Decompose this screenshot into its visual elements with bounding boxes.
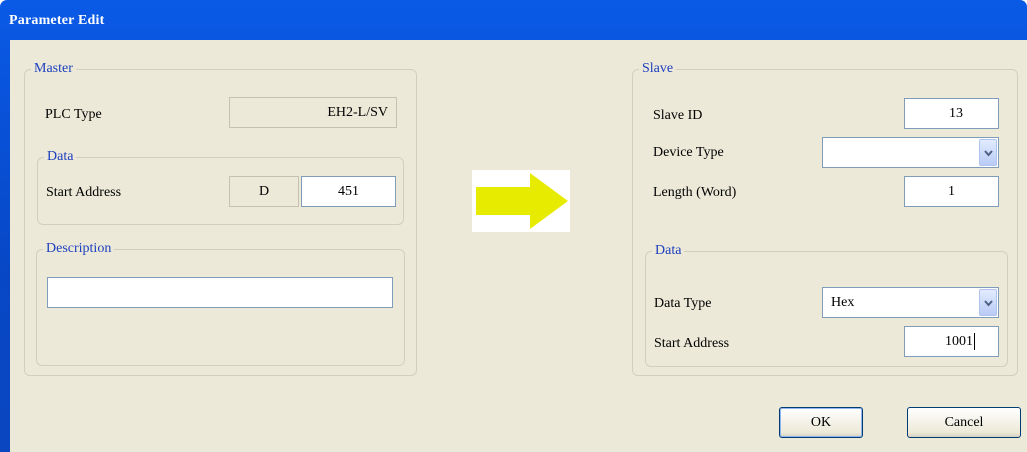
- device-prefix-field: D: [229, 176, 299, 207]
- text-caret: [974, 333, 975, 351]
- slave-id-label: Slave ID: [653, 108, 703, 123]
- plc-type-field: EH2-L/SV: [229, 97, 397, 128]
- plc-type-label: PLC Type: [45, 107, 102, 122]
- chevron-down-icon: [984, 150, 993, 157]
- data-type-select[interactable]: Hex: [822, 287, 999, 318]
- data-type-value: Hex: [831, 295, 855, 310]
- device-type-select[interactable]: [822, 137, 999, 168]
- description-group: Description: [36, 240, 405, 366]
- length-label: Length (Word): [653, 185, 737, 200]
- device-type-dropdown-button[interactable]: [979, 139, 997, 166]
- device-type-label: Device Type: [653, 145, 724, 160]
- slave-data-legend: Data: [652, 242, 685, 260]
- master-data-group: Data Start Address D 451: [37, 148, 404, 225]
- master-legend: Master: [31, 60, 76, 78]
- master-data-legend: Data: [44, 148, 77, 166]
- chevron-down-icon: [984, 300, 993, 307]
- window-title: Parameter Edit: [9, 13, 105, 28]
- ok-button[interactable]: OK: [779, 407, 863, 438]
- slave-group: Slave Slave ID 13 Device Type Length (Wo…: [632, 60, 1018, 376]
- dialog-body: Master PLC Type EH2-L/SV Data Start Addr…: [10, 40, 1027, 452]
- title-bar[interactable]: Parameter Edit: [0, 0, 1027, 40]
- slave-legend: Slave: [639, 60, 677, 78]
- description-input[interactable]: [47, 277, 393, 308]
- slave-start-address-input[interactable]: 1001: [904, 326, 999, 357]
- length-input[interactable]: 1: [904, 176, 999, 207]
- data-type-label: Data Type: [654, 296, 712, 311]
- slave-id-input[interactable]: 13: [904, 98, 999, 129]
- master-start-address-label: Start Address: [46, 185, 122, 200]
- slave-data-group: Data Data Type Hex Start Address 1001: [645, 242, 1008, 367]
- description-legend: Description: [43, 240, 115, 258]
- right-arrow-icon: [472, 170, 570, 232]
- data-type-dropdown-button[interactable]: [979, 289, 997, 316]
- master-start-address-input[interactable]: 451: [301, 176, 396, 207]
- slave-start-address-value: 1001: [945, 334, 973, 349]
- cancel-button[interactable]: Cancel: [907, 407, 1021, 438]
- slave-start-address-label: Start Address: [654, 336, 730, 351]
- parameter-edit-window: Parameter Edit Master PLC Type EH2-L/SV …: [0, 0, 1027, 452]
